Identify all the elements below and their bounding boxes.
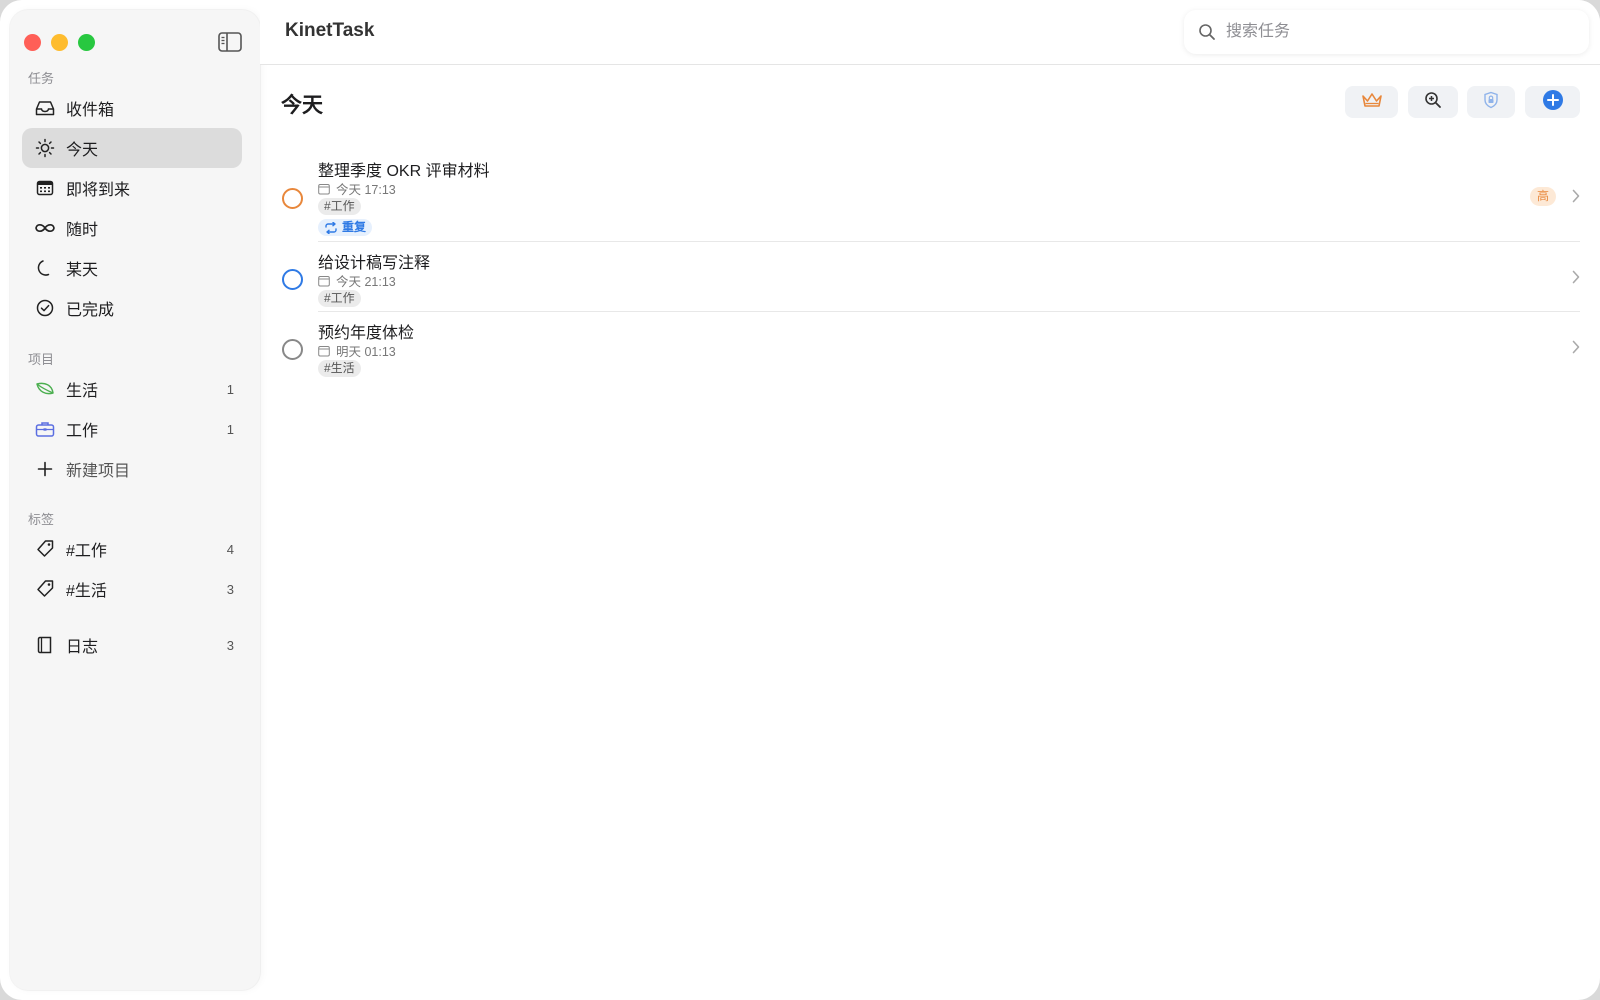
- window-controls: [24, 34, 95, 51]
- page-title: 今天: [281, 94, 323, 117]
- task-tag: #生活: [318, 360, 361, 377]
- task-repeat-label: 重复: [342, 220, 367, 234]
- sidebar-item-label: 今天: [66, 142, 99, 159]
- sidebar-toggle-icon[interactable]: [218, 32, 242, 52]
- task-due: 今天 21:13: [318, 271, 396, 290]
- sidebar: 任务 收件箱 今天 即将到来 随时 某天 已完成 项目 生活 1 工作 1 新建…: [10, 10, 260, 990]
- sidebar-item-today[interactable]: 今天: [22, 128, 242, 168]
- divider: [318, 311, 1580, 312]
- zoom-window-button[interactable]: [78, 34, 95, 51]
- sidebar-item-label: 工作: [66, 423, 99, 440]
- task-row[interactable]: 预约年度体检 明天 01:13 #生活: [280, 314, 1580, 380]
- task-checkbox[interactable]: [282, 339, 303, 360]
- chevron-right-icon[interactable]: [1572, 189, 1580, 208]
- task-due-text: 明天 01:13: [336, 345, 396, 359]
- task-due-text: 今天 21:13: [336, 275, 396, 289]
- task-title: 给设计稿写注释: [318, 255, 431, 272]
- task-repeat-badge: 重复: [318, 219, 373, 236]
- calendar-icon: [318, 275, 330, 286]
- leaf-icon: [34, 378, 56, 400]
- sidebar-item-label: 日志: [66, 639, 99, 656]
- tags-section-header: 标签: [28, 512, 55, 527]
- chevron-right-icon[interactable]: [1572, 340, 1580, 359]
- task-due: 今天 17:13: [318, 179, 396, 198]
- new-project-button[interactable]: 新建项目: [22, 449, 242, 489]
- project-count: 1: [226, 421, 234, 437]
- sidebar-item-project-life[interactable]: 生活 1: [22, 369, 242, 409]
- close-window-button[interactable]: [24, 34, 41, 51]
- sidebar-item-label: #生活: [66, 583, 107, 600]
- top-bar: KinetTask: [260, 0, 1600, 65]
- calendar-icon: [318, 183, 330, 194]
- task-checkbox[interactable]: [282, 188, 303, 209]
- sun-icon: [34, 137, 56, 159]
- task-row[interactable]: 给设计稿写注释 今天 21:13 #工作: [280, 244, 1580, 310]
- tag-icon: [34, 538, 56, 560]
- search-input[interactable]: [1224, 22, 1568, 42]
- task-title: 预约年度体检: [318, 325, 415, 342]
- plus-icon: [34, 458, 56, 480]
- priority-badge: 高: [1530, 187, 1556, 206]
- infinity-icon: [34, 217, 56, 239]
- moon-icon: [34, 257, 56, 279]
- sidebar-item-label: 收件箱: [66, 102, 115, 119]
- premium-button[interactable]: [1345, 86, 1398, 118]
- sidebar-item-label: 某天: [66, 262, 99, 279]
- sidebar-item-someday[interactable]: 某天: [22, 248, 242, 288]
- tag-count: 3: [226, 581, 234, 597]
- sidebar-item-label: 生活: [66, 383, 99, 400]
- minimize-window-button[interactable]: [51, 34, 68, 51]
- check-circle-icon: [34, 297, 56, 319]
- sidebar-item-tag-work[interactable]: #工作 4: [22, 529, 242, 569]
- task-tag: #工作: [318, 290, 361, 307]
- app-window: 任务 收件箱 今天 即将到来 随时 某天 已完成 项目 生活 1 工作 1 新建…: [0, 0, 1600, 1000]
- zoom-in-icon: [1424, 91, 1442, 114]
- calendar-icon: [34, 177, 56, 199]
- crown-icon: [1361, 91, 1383, 114]
- sidebar-item-anytime[interactable]: 随时: [22, 208, 242, 248]
- tag-icon: [34, 578, 56, 600]
- repeat-icon: [325, 221, 337, 234]
- book-icon: [34, 634, 56, 656]
- tasks-section-header: 任务: [28, 71, 55, 86]
- sidebar-item-label: 即将到来: [66, 182, 131, 199]
- sidebar-item-journal[interactable]: 日志 3: [22, 625, 242, 665]
- sidebar-item-completed[interactable]: 已完成: [22, 288, 242, 328]
- calendar-icon: [318, 345, 330, 356]
- task-title: 整理季度 OKR 评审材料: [318, 163, 490, 180]
- chevron-right-icon[interactable]: [1572, 270, 1580, 289]
- sidebar-item-label: 随时: [66, 222, 99, 239]
- privacy-button[interactable]: [1467, 86, 1515, 118]
- sidebar-item-label: 已完成: [66, 302, 115, 319]
- add-task-button[interactable]: [1525, 86, 1580, 118]
- divider: [318, 241, 1580, 242]
- sidebar-item-project-work[interactable]: 工作 1: [22, 409, 242, 449]
- briefcase-icon: [34, 418, 56, 440]
- new-project-label: 新建项目: [66, 463, 131, 480]
- sidebar-item-inbox[interactable]: 收件箱: [22, 88, 242, 128]
- shield-lock-icon: [1483, 91, 1499, 114]
- task-row[interactable]: 整理季度 OKR 评审材料 今天 17:13 #工作 重复 高: [280, 152, 1580, 242]
- inbox-icon: [34, 97, 56, 119]
- plus-circle-icon: [1542, 89, 1564, 116]
- sidebar-item-tag-life[interactable]: #生活 3: [22, 569, 242, 609]
- task-tag: #工作: [318, 198, 361, 215]
- sidebar-item-label: #工作: [66, 543, 107, 560]
- zoom-button[interactable]: [1408, 86, 1458, 118]
- task-due-text: 今天 17:13: [336, 183, 396, 197]
- app-title: KinetTask: [285, 20, 375, 41]
- tag-count: 4: [226, 541, 234, 557]
- task-due: 明天 01:13: [318, 341, 396, 360]
- task-checkbox[interactable]: [282, 269, 303, 290]
- search-icon: [1198, 23, 1216, 41]
- journal-count: 3: [226, 637, 234, 653]
- search-box[interactable]: [1184, 10, 1589, 54]
- project-count: 1: [226, 381, 234, 397]
- projects-section-header: 项目: [28, 352, 55, 367]
- sidebar-item-upcoming[interactable]: 即将到来: [22, 168, 242, 208]
